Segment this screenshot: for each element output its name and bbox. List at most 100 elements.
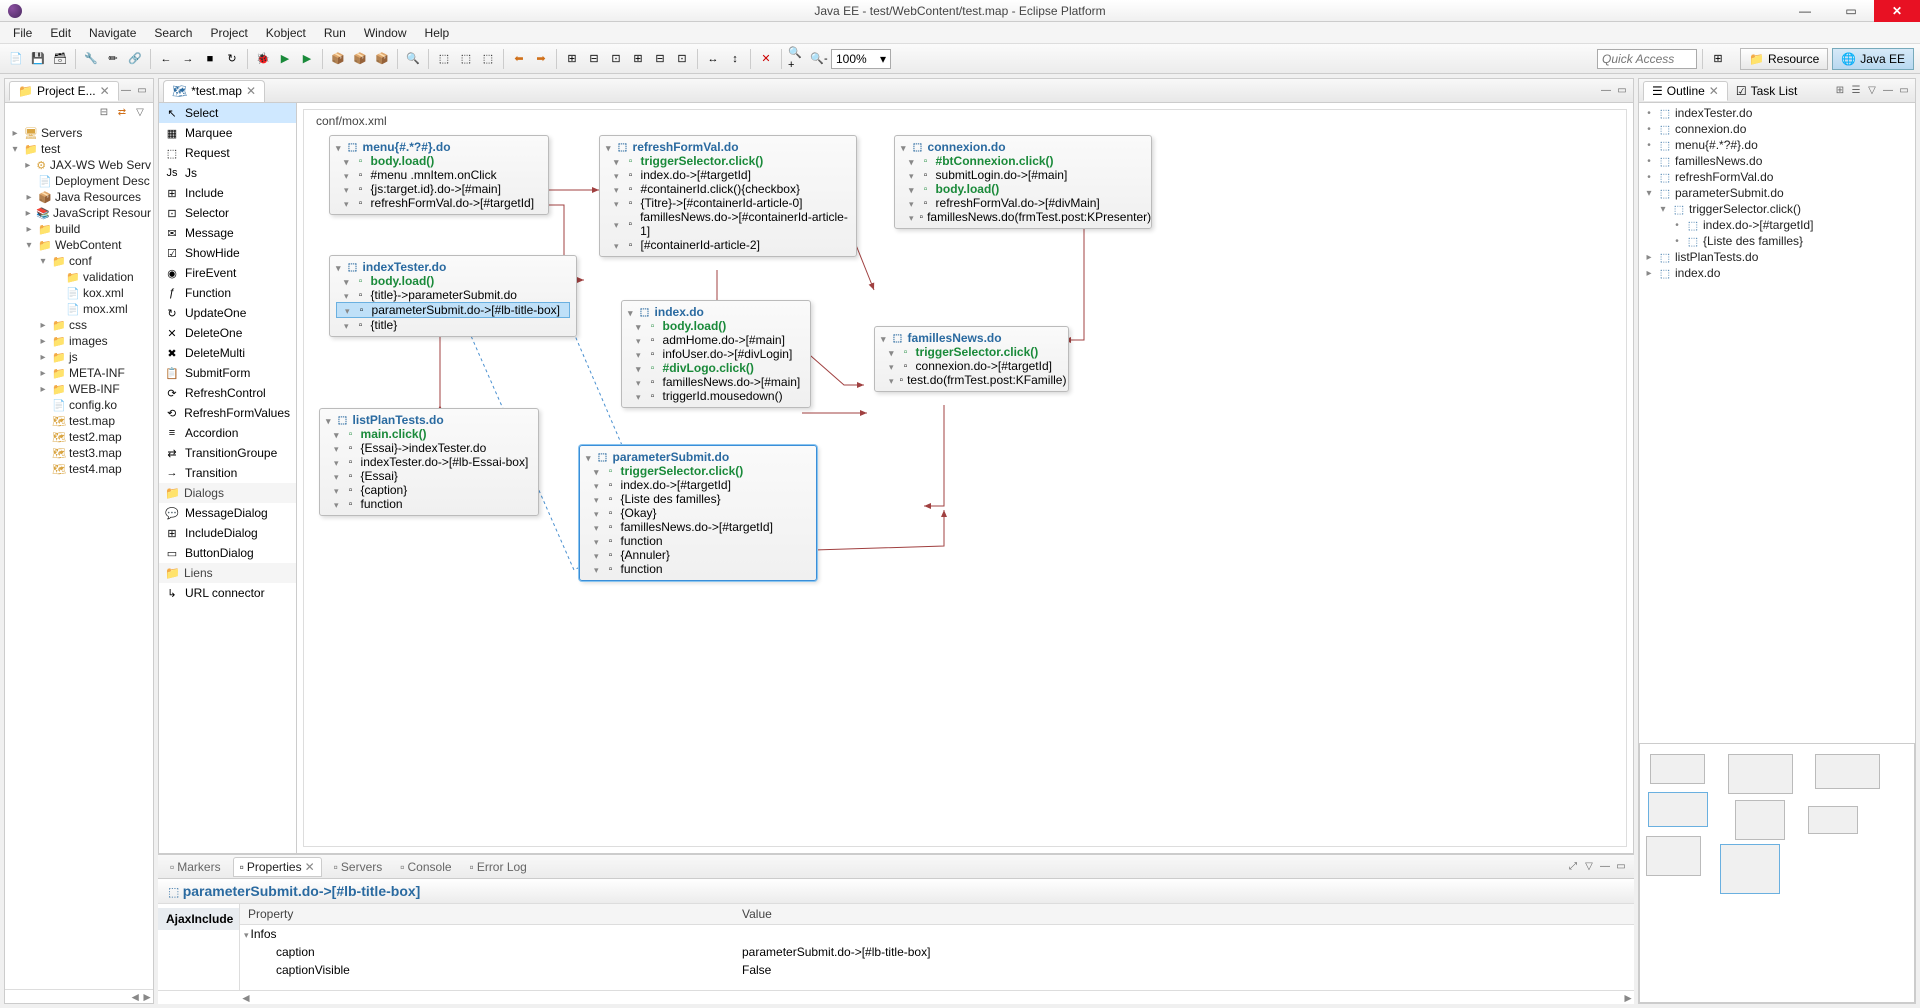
palette-item[interactable]: ✖DeleteMulti bbox=[159, 343, 296, 363]
tree-item[interactable]: ▸📁css bbox=[7, 317, 151, 333]
tree-item[interactable]: 📄config.ko bbox=[7, 397, 151, 413]
minimize-view-icon[interactable]: ― bbox=[1598, 860, 1612, 874]
align-icon[interactable]: ⊡ bbox=[672, 49, 692, 69]
debug-icon[interactable]: 🐞 bbox=[253, 49, 273, 69]
node-listplantests[interactable]: ⬚ listPlanTests.do▫ main.click()▫ {Essai… bbox=[319, 408, 539, 516]
palette-item[interactable]: ▦Marquee bbox=[159, 123, 296, 143]
run-ext-icon[interactable]: ▶ bbox=[297, 49, 317, 69]
minimize-view-icon[interactable]: ― bbox=[1881, 84, 1895, 98]
menu-search[interactable]: Search bbox=[145, 24, 201, 42]
palette-item[interactable]: ⬚Request bbox=[159, 143, 296, 163]
refresh-icon[interactable]: ↻ bbox=[222, 49, 242, 69]
tree-item[interactable]: ▸⚙JAX-WS Web Serv bbox=[7, 157, 151, 173]
tree-item[interactable]: ▸📁build bbox=[7, 221, 151, 237]
collapse-all-icon[interactable]: ⊟ bbox=[97, 105, 111, 119]
save-all-icon[interactable]: 🗃 bbox=[50, 49, 70, 69]
tree-item[interactable]: 🗺test2.map bbox=[7, 429, 151, 445]
tree-item[interactable]: 📄mox.xml bbox=[7, 301, 151, 317]
menu-file[interactable]: File bbox=[4, 24, 41, 42]
node-connexion[interactable]: ⬚ connexion.do▫ #btConnexion.click()▫ su… bbox=[894, 135, 1152, 229]
palette-item[interactable]: ⊞IncludeDialog bbox=[159, 523, 296, 543]
palette-item[interactable]: ☑ShowHide bbox=[159, 243, 296, 263]
align-icon[interactable]: ⊟ bbox=[650, 49, 670, 69]
view-menu-icon[interactable]: ▽ bbox=[1865, 84, 1879, 98]
bottom-tab-servers[interactable]: ▫Servers bbox=[328, 858, 389, 876]
diagram-canvas[interactable]: conf/mox.xml ⬚ menu{#.*?#}.do▫ body.load… bbox=[303, 109, 1627, 847]
palette-item[interactable]: ↖Select bbox=[159, 103, 296, 123]
run-icon[interactable]: ▶ bbox=[275, 49, 295, 69]
toolbar-icon[interactable]: ✏ bbox=[103, 49, 123, 69]
view-menu-icon[interactable]: ▽ bbox=[1582, 860, 1596, 874]
palette-item[interactable]: ⊞Include bbox=[159, 183, 296, 203]
palette-item[interactable]: ⟳RefreshControl bbox=[159, 383, 296, 403]
palette-item[interactable]: 📋SubmitForm bbox=[159, 363, 296, 383]
toolbar-icon[interactable]: ⬚ bbox=[478, 49, 498, 69]
open-perspective-icon[interactable]: ⊞ bbox=[1708, 49, 1728, 69]
palette-item[interactable]: ▭ButtonDialog bbox=[159, 543, 296, 563]
bottom-tab-markers[interactable]: ▫Markers bbox=[164, 858, 227, 876]
palette-item[interactable]: ƒFunction bbox=[159, 283, 296, 303]
node-index[interactable]: ⬚ index.do▫ body.load()▫ admHome.do->[#m… bbox=[621, 300, 811, 408]
nav-next-icon[interactable]: ➡ bbox=[531, 49, 551, 69]
maximize-editor-icon[interactable]: ▭ bbox=[1615, 84, 1629, 98]
palette-item[interactable]: ≡Accordion bbox=[159, 423, 296, 443]
toolbar-icon[interactable]: 📦 bbox=[328, 49, 348, 69]
size-icon[interactable]: ↕ bbox=[725, 49, 745, 69]
property-row[interactable]: captionVisibleFalse bbox=[240, 961, 1634, 979]
align-icon[interactable]: ⊟ bbox=[584, 49, 604, 69]
bottom-tab-error-log[interactable]: ▫Error Log bbox=[464, 858, 533, 876]
palette-group[interactable]: 📁Liens bbox=[159, 563, 296, 583]
palette-item[interactable]: JsJs bbox=[159, 163, 296, 183]
toolbar-icon[interactable]: 📦 bbox=[372, 49, 392, 69]
menu-edit[interactable]: Edit bbox=[41, 24, 80, 42]
nav-prev-icon[interactable]: ⬅ bbox=[509, 49, 529, 69]
palette-item[interactable]: 💬MessageDialog bbox=[159, 503, 296, 523]
outline-item[interactable]: •⬚{Liste des familles} bbox=[1641, 233, 1913, 249]
outline-item[interactable]: ▸⬚listPlanTests.do bbox=[1641, 249, 1913, 265]
toolbar-icon[interactable]: 🔧 bbox=[81, 49, 101, 69]
quick-access-input[interactable] bbox=[1597, 49, 1697, 69]
nav-back-icon[interactable]: ← bbox=[156, 49, 176, 69]
menu-navigate[interactable]: Navigate bbox=[80, 24, 145, 42]
outline-tab[interactable]: ☰Outline✕ bbox=[1643, 81, 1728, 101]
zoom-select[interactable]: 100%▾ bbox=[831, 49, 891, 69]
minimize-view-icon[interactable]: ― bbox=[119, 84, 133, 98]
toolbar-icon[interactable]: 📦 bbox=[350, 49, 370, 69]
zoom-out-icon[interactable]: 🔍- bbox=[809, 49, 829, 69]
view-menu-icon[interactable]: ▽ bbox=[133, 105, 147, 119]
node-refreshformval[interactable]: ⬚ refreshFormVal.do▫ triggerSelector.cli… bbox=[599, 135, 857, 257]
size-icon[interactable]: ↔ bbox=[703, 49, 723, 69]
prop-category[interactable]: Infos bbox=[251, 927, 277, 941]
palette-item[interactable]: ✕DeleteOne bbox=[159, 323, 296, 343]
node-famillesnews[interactable]: ⬚ famillesNews.do▫ triggerSelector.click… bbox=[874, 326, 1069, 392]
link-editor-icon[interactable]: ⇄ bbox=[115, 105, 129, 119]
tree-item[interactable]: ▸📚JavaScript Resour bbox=[7, 205, 151, 221]
project-explorer-tab[interactable]: 📁Project E...✕ bbox=[9, 81, 119, 101]
tree-item[interactable]: 🗺test4.map bbox=[7, 461, 151, 477]
tree-item[interactable]: ▸📁META-INF bbox=[7, 365, 151, 381]
palette-item[interactable]: ⊡Selector bbox=[159, 203, 296, 223]
bottom-tab-console[interactable]: ▫Console bbox=[394, 858, 457, 876]
outline-minimap[interactable] bbox=[1639, 743, 1915, 1003]
tree-item[interactable]: ▾📁conf bbox=[7, 253, 151, 269]
tree-item[interactable]: ▸📦Java Resources bbox=[7, 189, 151, 205]
palette-item[interactable]: ◉FireEvent bbox=[159, 263, 296, 283]
minimize-editor-icon[interactable]: ― bbox=[1599, 84, 1613, 98]
editor-tab-testmap[interactable]: 🗺*test.map✕ bbox=[163, 80, 265, 102]
tree-item[interactable]: 📁validation bbox=[7, 269, 151, 285]
tree-item[interactable]: ▸📁js bbox=[7, 349, 151, 365]
tree-item[interactable]: ▸🖥Servers bbox=[7, 125, 151, 141]
tree-item[interactable]: 📄kox.xml bbox=[7, 285, 151, 301]
outline-mode-icon[interactable]: ⊞ bbox=[1833, 84, 1847, 98]
menu-window[interactable]: Window bbox=[355, 24, 416, 42]
maximize-view-icon[interactable]: ▭ bbox=[1614, 860, 1628, 874]
outline-item[interactable]: ▸⬚index.do bbox=[1641, 265, 1913, 281]
outline-item[interactable]: •⬚famillesNews.do bbox=[1641, 153, 1913, 169]
delete-icon[interactable]: ✕ bbox=[756, 49, 776, 69]
palette-group[interactable]: 📁Dialogs bbox=[159, 483, 296, 503]
search-icon[interactable]: 🔍 bbox=[403, 49, 423, 69]
tree-item[interactable]: ▾📁WebContent bbox=[7, 237, 151, 253]
align-icon[interactable]: ⊡ bbox=[606, 49, 626, 69]
maximize-view-icon[interactable]: ▭ bbox=[1897, 84, 1911, 98]
new-icon[interactable]: 📄 bbox=[6, 49, 26, 69]
